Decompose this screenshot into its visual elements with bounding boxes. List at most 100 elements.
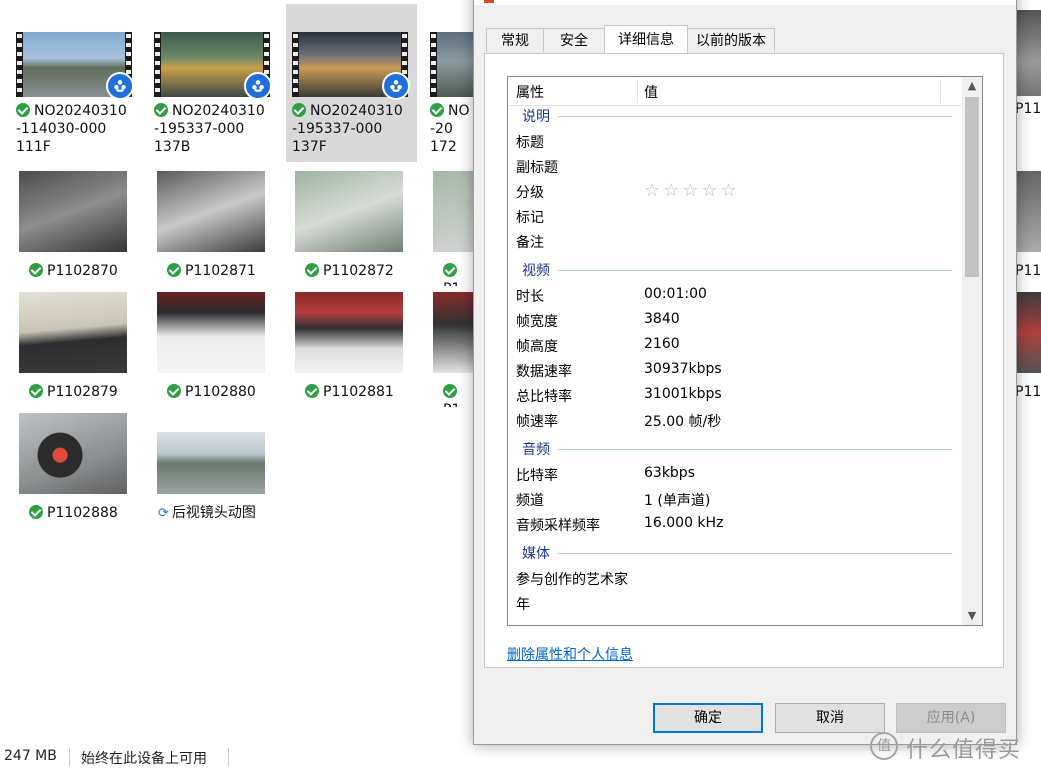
property-name: 分级 (516, 185, 544, 201)
file-tile-video-4[interactable]: NO -20 172 (424, 4, 474, 162)
file-tile-gif-rearview[interactable]: ⟳ 后视镜头动图 (148, 410, 278, 528)
property-row-tags[interactable]: 标记 (508, 204, 962, 229)
file-tile-photo-2879[interactable]: P1102879 (10, 289, 140, 407)
video-player-badge-icon (106, 72, 134, 100)
file-tile-photo-partial-2[interactable]: P1 (424, 289, 474, 407)
tab-details[interactable]: 详细信息 (604, 25, 688, 53)
ok-button[interactable]: 确定 (653, 703, 763, 733)
section-title: 视频 (522, 263, 550, 279)
synced-check-icon (443, 384, 457, 398)
property-name: 标记 (516, 210, 544, 226)
gif-thumbnail (157, 432, 265, 494)
tab-previous-versions[interactable]: 以前的版本 (687, 28, 775, 52)
video-player-badge-icon (382, 72, 410, 100)
file-tile-video-3-selected[interactable]: NO20240310 -195337-000 137F (286, 4, 417, 162)
property-name: 总比特率 (516, 389, 572, 405)
property-name: 时长 (516, 289, 544, 305)
selection-size: 247 MB (4, 748, 57, 764)
file-name: P1 (443, 262, 474, 286)
file-name: P1102872 (305, 262, 394, 280)
file-name: P1102871 (167, 262, 256, 280)
file-name: P1102880 (167, 383, 256, 401)
column-header-value[interactable]: 值 (644, 82, 658, 102)
synced-check-icon (305, 384, 319, 398)
file-tile-photo-2870[interactable]: P1102870 (10, 168, 140, 286)
property-row-data-rate[interactable]: 数据速率 30937kbps (508, 358, 962, 383)
property-value: 1 (单声道) (644, 493, 711, 509)
properties-list[interactable]: 属性 值 说明 标题 副标题 分级 ☆☆☆☆☆ 标记 备注 视频 时长 00:0… (507, 76, 983, 626)
property-value: 16.000 kHz (644, 515, 724, 531)
property-name: 帧速率 (516, 414, 558, 430)
apply-button[interactable]: 应用(A) (896, 703, 1006, 733)
synced-check-icon (167, 384, 181, 398)
file-tile-edge-1[interactable]: P11 (1014, 4, 1041, 124)
property-row-title[interactable]: 标题 (508, 129, 962, 154)
property-row-channels[interactable]: 频道 1 (单声道) (508, 487, 962, 512)
property-row-duration[interactable]: 时长 00:01:00 (508, 283, 962, 308)
watermark-logo-icon: 值 (870, 732, 898, 760)
property-row-frame-width[interactable]: 帧宽度 3840 (508, 308, 962, 333)
property-row-subtitle[interactable]: 副标题 (508, 154, 962, 179)
file-tile-edge-2[interactable]: P11 (1014, 168, 1041, 286)
property-name: 参与创作的艺术家 (516, 572, 628, 588)
file-name: P1102888 (29, 504, 118, 522)
photo-thumbnail (1014, 292, 1041, 373)
property-name: 数据速率 (516, 364, 572, 380)
property-row-comments[interactable]: 备注 (508, 229, 962, 254)
file-tile-photo-2880[interactable]: P1102880 (148, 289, 278, 407)
synced-check-icon (167, 263, 181, 277)
watermark-text: 什么值得买 (906, 738, 1022, 763)
property-name: 帧高度 (516, 339, 558, 355)
dialog-titlebar[interactable] (474, 0, 1016, 5)
details-panel: 属性 值 说明 标题 副标题 分级 ☆☆☆☆☆ 标记 备注 视频 时长 00:0… (484, 53, 1004, 668)
property-name: 备注 (516, 235, 544, 251)
section-title: 媒体 (522, 546, 550, 562)
property-name: 音频采样频率 (516, 518, 600, 534)
vertical-scrollbar[interactable]: ▲ ▼ (962, 77, 982, 625)
remove-properties-link[interactable]: 删除属性和个人信息 (507, 644, 633, 664)
synced-check-icon (443, 263, 457, 277)
property-row-contributing-artists[interactable]: 参与创作的艺术家 (508, 566, 962, 591)
file-tile-edge-3[interactable]: P11 (1014, 289, 1041, 407)
tab-security[interactable]: 安全 (543, 28, 605, 52)
file-tile-photo-2888[interactable]: P1102888 (10, 410, 140, 528)
file-name: P11 (1015, 263, 1041, 279)
file-name: P11 (1015, 101, 1041, 117)
status-divider (228, 748, 229, 766)
scrollbar-thumb[interactable] (965, 97, 979, 277)
property-row-frame-height[interactable]: 帧高度 2160 (508, 333, 962, 358)
property-value: 25.00 帧/秒 (644, 414, 722, 430)
property-value: 3840 (644, 311, 680, 327)
property-row-audio-bitrate[interactable]: 比特率 63kbps (508, 462, 962, 487)
watermark: 值 什么值得买 (870, 730, 1035, 764)
file-tile-video-1[interactable]: NO20240310 -114030-000 111F (10, 4, 140, 162)
file-name: P1102879 (29, 383, 118, 401)
cancel-button[interactable]: 取消 (775, 703, 885, 733)
section-title: 音频 (522, 442, 550, 458)
section-description: 说明 (508, 105, 962, 127)
photo-thumbnail (1014, 171, 1041, 252)
status-bar: 247 MB 始终在此设备上可用 (0, 745, 475, 769)
property-row-total-bitrate[interactable]: 总比特率 31001kbps (508, 383, 962, 408)
property-row-sample-rate[interactable]: 音频采样频率 16.000 kHz (508, 512, 962, 537)
property-name: 年 (516, 597, 530, 613)
scroll-down-arrow-icon[interactable]: ▼ (962, 607, 982, 625)
synced-check-icon (29, 384, 43, 398)
file-name: ⟳ 后视镜头动图 (158, 505, 256, 521)
photo-thumbnail (19, 171, 127, 252)
tab-general[interactable]: 常规 (486, 28, 544, 52)
file-tile-photo-2871[interactable]: P1102871 (148, 168, 278, 286)
video-player-badge-icon (244, 72, 272, 100)
photo-thumbnail (295, 171, 403, 252)
file-tile-photo-2872[interactable]: P1102872 (286, 168, 416, 286)
synced-check-icon (292, 103, 306, 117)
file-tile-photo-partial-1[interactable]: P1 (424, 168, 474, 286)
scroll-up-arrow-icon[interactable]: ▲ (962, 77, 982, 95)
property-row-frame-rate[interactable]: 帧速率 25.00 帧/秒 (508, 408, 962, 433)
property-row-rating[interactable]: 分级 ☆☆☆☆☆ (508, 179, 962, 204)
column-header-property[interactable]: 属性 (516, 82, 544, 102)
property-row-year[interactable]: 年 (508, 591, 962, 616)
file-tile-photo-2881[interactable]: P1102881 (286, 289, 416, 407)
file-tile-video-2[interactable]: NO20240310 -195337-000 137B (148, 4, 278, 162)
rating-stars-icon[interactable]: ☆☆☆☆☆ (644, 180, 740, 201)
